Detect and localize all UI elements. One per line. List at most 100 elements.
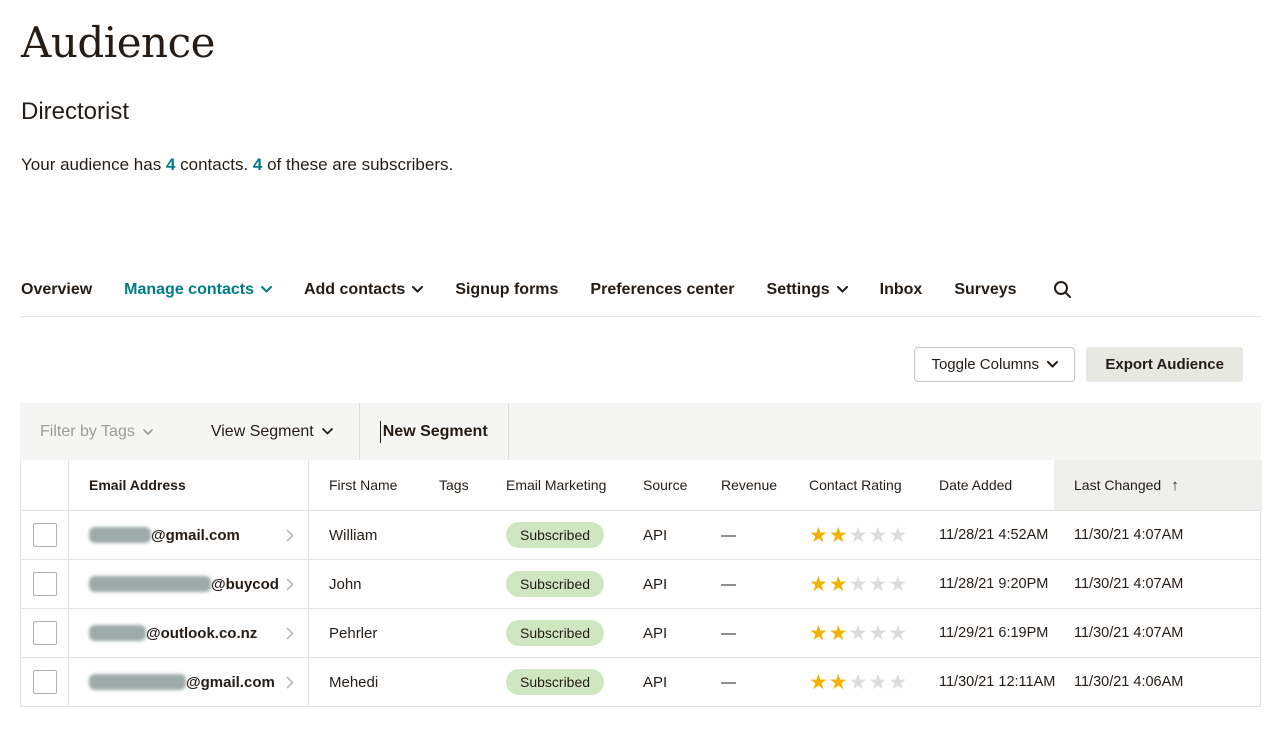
summary-prefix: Your audience has [21,155,166,174]
nav-divider [20,316,1261,317]
table-row: @buycod... John Subscribed API — ★★★★★ 1… [20,560,1261,609]
toggle-columns-label: Toggle Columns [931,356,1039,373]
summary-middle: contacts. [175,155,252,174]
last-changed-cell: 11/30/21 4:07AM [1054,625,1262,641]
row-checkbox[interactable] [33,523,57,547]
date-added-cell: 11/29/21 6:19PM [919,625,1054,641]
column-header-contact-rating[interactable]: Contact Rating [789,477,919,493]
source-cell: API [623,576,701,593]
date-added-cell: 11/30/21 12:11AM [919,674,1054,690]
tab-label: Signup forms [455,281,558,299]
table-row: @gmail.com Mehedi Subscribed API — ★★★★★… [20,658,1261,707]
revenue-cell: — [701,625,789,642]
column-header-tags[interactable]: Tags [419,477,481,493]
chevron-right-icon[interactable] [280,676,294,689]
redacted-email-username [89,527,151,543]
new-segment-label: New Segment [383,423,488,441]
contact-rating-stars: ★★★★★ [789,525,919,546]
new-segment-button[interactable]: New Segment [360,403,508,460]
chevron-down-icon [261,286,272,293]
email-domain: @buycod... [211,576,280,593]
column-header-last-changed[interactable]: Last Changed ↑ [1054,460,1262,510]
row-checkbox[interactable] [33,621,57,645]
email-marketing-cell: Subscribed [481,522,623,548]
source-cell: API [623,527,701,544]
contact-count: 4 [166,155,175,174]
email-marketing-cell: Subscribed [481,571,623,597]
audience-nav: Overview Manage contacts Add contacts Si… [21,280,1261,299]
column-header-revenue[interactable]: Revenue [701,477,789,493]
table-header-row: Email Address First Name Tags Email Mark… [20,460,1261,511]
status-badge: Subscribed [506,522,604,548]
email-address-cell[interactable]: @buycod... [89,560,294,608]
page-title: Audience [21,18,215,67]
last-changed-cell: 11/30/21 4:06AM [1054,674,1262,690]
redacted-email-username [89,674,186,690]
tab-manage-contacts[interactable]: Manage contacts [124,281,272,299]
column-header-label: Last Changed [1074,477,1161,493]
tab-surveys[interactable]: Surveys [954,281,1016,299]
chevron-down-icon [1047,361,1058,368]
chevron-right-icon[interactable] [280,529,294,542]
row-checkbox[interactable] [33,572,57,596]
email-address-cell[interactable]: @outlook.co.nz [89,609,294,657]
chevron-down-icon [322,428,333,435]
email-address-cell[interactable]: @gmail.com [89,511,294,559]
source-cell: API [623,674,701,691]
tab-settings[interactable]: Settings [767,281,848,299]
email-marketing-cell: Subscribed [481,669,623,695]
column-header-first-name[interactable]: First Name [309,477,419,493]
chevron-down-icon [412,286,423,293]
first-name-cell: John [309,576,419,593]
revenue-cell: — [701,527,789,544]
column-header-source[interactable]: Source [623,477,701,493]
redacted-email-username [89,625,146,641]
chevron-down-icon [837,286,848,293]
tab-overview[interactable]: Overview [21,281,92,299]
email-marketing-cell: Subscribed [481,620,623,646]
tab-label: Overview [21,281,92,299]
status-badge: Subscribed [506,620,604,646]
column-header-email[interactable]: Email Address [69,460,309,510]
date-added-cell: 11/28/21 9:20PM [919,576,1054,592]
text-caret [380,421,381,443]
contact-rating-stars: ★★★★★ [789,574,919,595]
source-cell: API [623,625,701,642]
status-badge: Subscribed [506,669,604,695]
filter-by-tags-dropdown[interactable]: Filter by Tags [20,403,173,460]
search-icon[interactable] [1053,280,1072,299]
export-audience-button[interactable]: Export Audience [1086,347,1243,382]
filter-by-tags-label: Filter by Tags [40,423,135,441]
filter-bar: Filter by Tags View Segment New Segment [20,403,1261,460]
email-domain: @gmail.com [186,674,275,691]
date-added-cell: 11/28/21 4:52AM [919,527,1054,543]
chevron-right-icon[interactable] [280,627,294,640]
column-header-date-added[interactable]: Date Added [919,477,1054,493]
tab-label: Surveys [954,281,1016,299]
tab-inbox[interactable]: Inbox [880,281,923,299]
view-segment-dropdown[interactable]: View Segment [173,403,359,460]
view-segment-label: View Segment [211,423,314,441]
chevron-down-icon [143,429,153,435]
row-checkbox[interactable] [33,670,57,694]
filter-bar-divider [508,403,509,460]
contact-rating-stars: ★★★★★ [789,672,919,693]
tab-add-contacts[interactable]: Add contacts [304,281,423,299]
sort-ascending-icon: ↑ [1171,477,1179,494]
email-domain: @gmail.com [151,527,240,544]
tab-label: Inbox [880,281,923,299]
email-domain: @outlook.co.nz [146,625,257,642]
status-badge: Subscribed [506,571,604,597]
subscriber-count: 4 [253,155,262,174]
select-all-cell [21,460,69,510]
tab-label: Settings [767,281,830,299]
column-header-email-marketing[interactable]: Email Marketing [481,477,623,493]
email-address-cell[interactable]: @gmail.com [89,658,294,706]
revenue-cell: — [701,576,789,593]
toggle-columns-button[interactable]: Toggle Columns [914,347,1075,382]
chevron-right-icon[interactable] [280,578,294,591]
tab-signup-forms[interactable]: Signup forms [455,281,558,299]
first-name-cell: Pehrler [309,625,419,642]
tab-preferences-center[interactable]: Preferences center [590,281,734,299]
audience-name: Directorist [21,98,129,126]
